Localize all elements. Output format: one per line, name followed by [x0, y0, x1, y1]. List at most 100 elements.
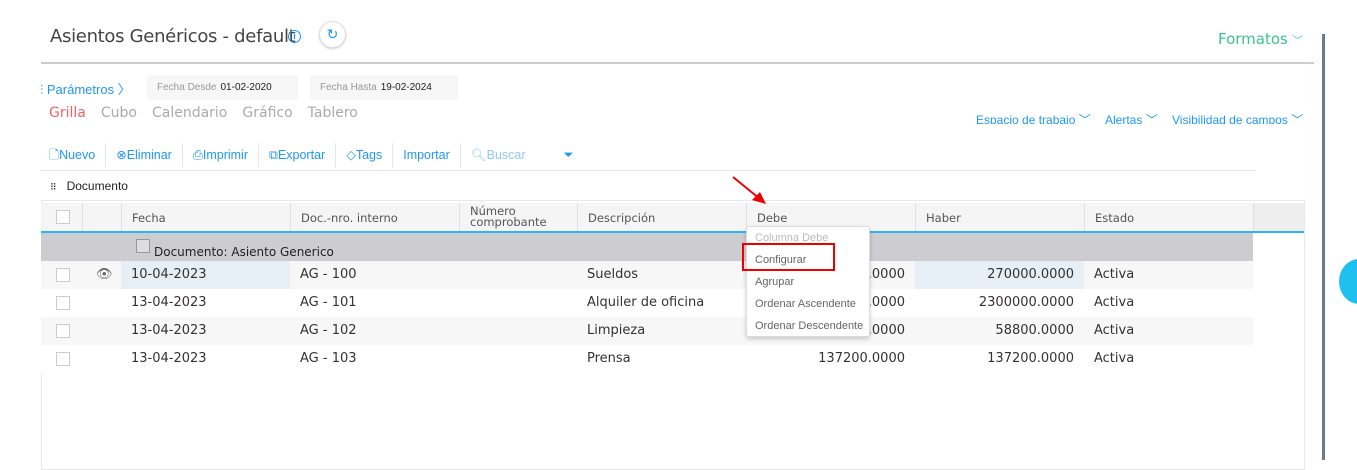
- row-checkbox[interactable]: [56, 296, 70, 310]
- cell-doc: AG - 102: [300, 323, 357, 338]
- cell-fecha: 13-04-2023: [131, 295, 207, 310]
- scrollbar[interactable]: [1322, 34, 1325, 460]
- cell-debe: 137200.0000: [818, 351, 905, 366]
- eliminar-button[interactable]: ⊗Eliminar: [106, 143, 183, 167]
- search-icon: 🔍︎: [470, 148, 487, 162]
- exportar-button[interactable]: ⧉Exportar: [259, 143, 337, 167]
- tab-grilla[interactable]: Grilla: [49, 105, 86, 121]
- group-panel[interactable]: ⠿ Documento: [50, 179, 128, 193]
- delete-icon: ⊗: [116, 148, 127, 162]
- sliders-icon: ⫶: [40, 82, 44, 97]
- eliminar-label: Eliminar: [126, 148, 172, 162]
- cell-estado: Activa: [1094, 351, 1135, 366]
- alertas-dropdown[interactable]: Alertas ﹀: [1105, 112, 1158, 124]
- formatos-dropdown[interactable]: Formatos ﹀: [1218, 30, 1303, 48]
- tab-grafico[interactable]: Gráfico: [242, 105, 292, 121]
- tags-button[interactable]: ◇Tags: [336, 143, 394, 167]
- row-checkbox[interactable]: [56, 268, 70, 282]
- fecha-desde-value: 01-02-2020: [220, 82, 272, 93]
- tab-calendario[interactable]: Calendario: [152, 105, 227, 121]
- cell-doc: AG - 103: [300, 351, 357, 366]
- importar-button[interactable]: Importar: [393, 143, 461, 167]
- cell-descripcion: Sueldos: [587, 267, 639, 282]
- header-doc[interactable]: Doc.-nro. interno: [290, 203, 459, 231]
- cell-haber: 270000.0000: [915, 261, 1084, 289]
- cell-estado: Activa: [1094, 323, 1135, 338]
- header-eye: [82, 203, 121, 231]
- cell-doc: AG - 101: [300, 295, 357, 310]
- page-title: Asientos Genéricos - default: [50, 26, 296, 47]
- header-spacer: [1253, 203, 1304, 231]
- info-icon[interactable]: i: [288, 30, 301, 43]
- alertas-label: Alertas: [1105, 113, 1143, 124]
- header-descripcion[interactable]: Descripción: [577, 203, 746, 231]
- fecha-hasta-value: 19-02-2024: [380, 82, 432, 93]
- divider: [41, 62, 1314, 64]
- header-estado[interactable]: Estado: [1084, 203, 1253, 231]
- table-row[interactable]: 13-04-2023 AG - 103 Prensa 137200.0000 1…: [41, 345, 1253, 373]
- formatos-label: Formatos: [1218, 30, 1288, 48]
- exportar-label: Exportar: [277, 148, 326, 162]
- grid-icon: ⠿: [50, 182, 57, 192]
- view-tabs: Grilla Cubo Calendario Gráfico Tablero: [49, 104, 373, 122]
- fecha-desde-label: Fecha Desde: [157, 82, 217, 93]
- nuevo-button[interactable]: 🗋Nuevo: [41, 143, 107, 167]
- cell-estado: Activa: [1094, 295, 1135, 310]
- parametros-label: Parámetros: [46, 82, 115, 97]
- toolbar: 🗋Nuevo ⊗Eliminar ⎙Imprimir ⧉Exportar ◇Ta…: [41, 140, 1255, 171]
- side-panel-toggle-button[interactable]: [1339, 259, 1357, 304]
- table-row[interactable]: 👁︎ 10-04-2023 AG - 100 Sueldos .0000 270…: [41, 261, 1253, 289]
- cell-haber: 58800.0000: [995, 323, 1074, 338]
- header-numero[interactable]: Número comprobante: [459, 203, 577, 231]
- highlight-box: [742, 243, 835, 271]
- cell-descripcion: Limpieza: [587, 323, 646, 338]
- tags-label: Tags: [355, 148, 383, 162]
- tab-tablero[interactable]: Tablero: [308, 105, 358, 121]
- cell-haber: 2300000.0000: [978, 295, 1074, 310]
- buscar-button[interactable]: 🔍︎Buscar: [461, 143, 536, 167]
- visibilidad-dropdown[interactable]: Visibilidad de campos ﹀: [1172, 112, 1303, 124]
- new-file-icon: 🗋: [49, 148, 60, 162]
- header-haber[interactable]: Haber: [915, 203, 1084, 231]
- cell-fecha: 10-04-2023: [121, 261, 290, 289]
- row-checkbox[interactable]: [56, 352, 70, 366]
- refresh-button[interactable]: ↻: [319, 21, 346, 48]
- group-panel-label: Documento: [66, 179, 128, 193]
- espacio-label: Espacio de trabajo: [976, 113, 1076, 124]
- buscar-label: Buscar: [486, 148, 526, 162]
- select-all-checkbox[interactable]: [41, 203, 82, 231]
- eye-icon[interactable]: 👁︎: [86, 261, 123, 289]
- table-row[interactable]: 13-04-2023 AG - 102 Limpieza .0000 58800…: [41, 317, 1253, 345]
- visibilidad-label: Visibilidad de campos: [1172, 113, 1288, 124]
- fecha-hasta-label: Fecha Hasta: [320, 82, 377, 93]
- cell-fecha: 13-04-2023: [131, 323, 207, 338]
- cell-fecha: 13-04-2023: [131, 351, 207, 366]
- fecha-desde-field[interactable]: Fecha Desde 01-02-2020: [147, 75, 298, 100]
- tag-icon: ◇: [346, 148, 356, 162]
- espacio-trabajo-dropdown[interactable]: Espacio de trabajo ﹀: [976, 112, 1091, 124]
- cell-estado: Activa: [1094, 267, 1135, 282]
- menu-item-ordenar-ascendente[interactable]: Ordenar Ascendente: [747, 293, 869, 315]
- table-header: Fecha Doc.-nro. interno Número comproban…: [41, 203, 1304, 233]
- cell-doc: AG - 100: [300, 267, 357, 282]
- imprimir-label: Imprimir: [202, 148, 248, 162]
- cell-haber: 137200.0000: [987, 351, 1074, 366]
- tab-cubo[interactable]: Cubo: [101, 105, 137, 121]
- imprimir-button[interactable]: ⎙Imprimir: [183, 143, 259, 167]
- menu-item-agrupar[interactable]: Agrupar: [747, 271, 869, 293]
- parametros-button[interactable]: ⫶ Parámetros 〉: [40, 79, 131, 98]
- chevron-down-icon: ﹀: [1292, 36, 1303, 47]
- importar-label: Importar: [403, 148, 450, 162]
- cell-descripcion: Alquiler de oficina: [587, 295, 705, 310]
- export-icon: ⧉: [269, 148, 278, 162]
- filter-icon[interactable]: ⏷: [554, 143, 584, 167]
- header-fecha[interactable]: Fecha: [121, 203, 290, 231]
- menu-item-ordenar-descendente[interactable]: Ordenar Descendente: [747, 315, 869, 337]
- row-checkbox[interactable]: [56, 324, 70, 338]
- fecha-hasta-field[interactable]: Fecha Hasta 19-02-2024: [310, 75, 458, 100]
- arrow-annotation-icon: [732, 176, 766, 204]
- cell-descripcion: Prensa: [587, 351, 631, 366]
- group-row[interactable]: Documento: Asiento Generico: [41, 233, 1253, 261]
- nuevo-label: Nuevo: [59, 148, 96, 162]
- table-row[interactable]: 13-04-2023 AG - 101 Alquiler de oficina …: [41, 289, 1253, 317]
